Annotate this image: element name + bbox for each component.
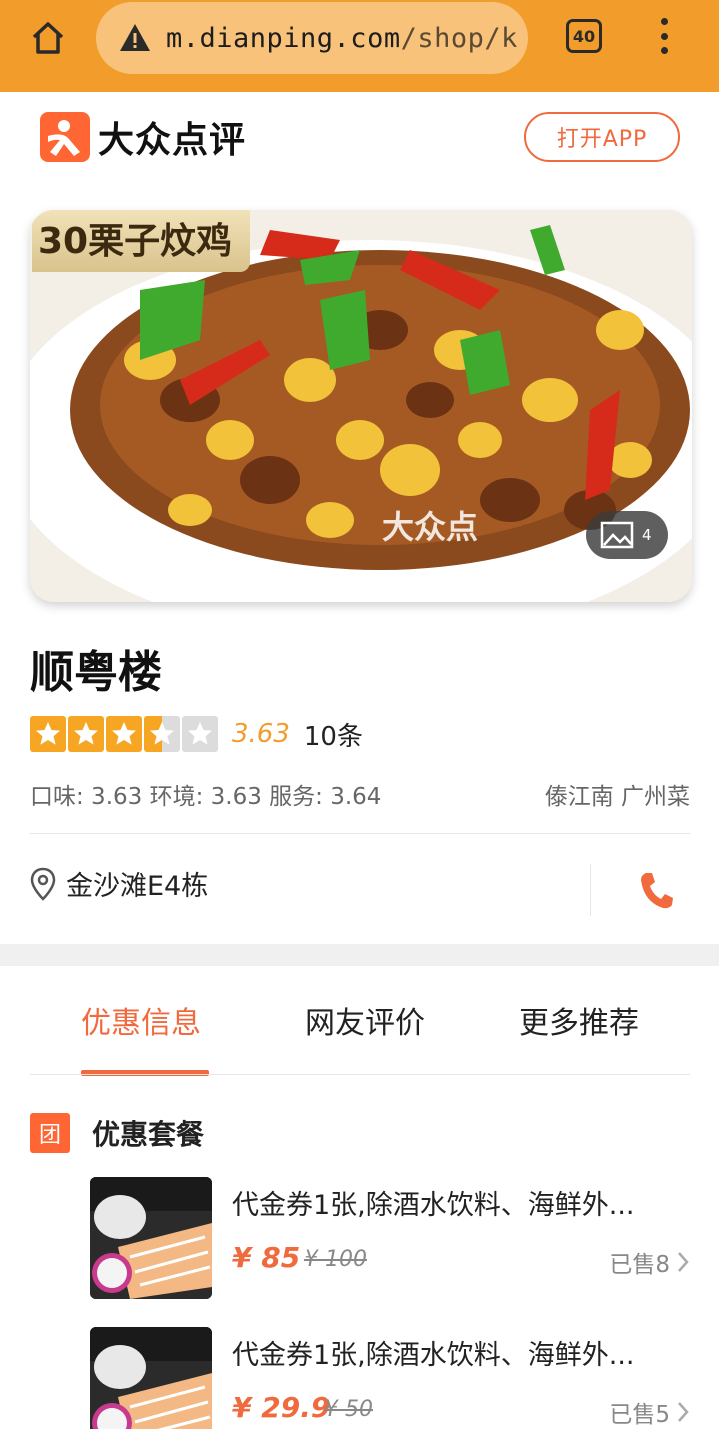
- tab-recommendations[interactable]: 更多推荐: [519, 998, 639, 1042]
- image-icon: [600, 521, 634, 549]
- logo-mark-icon: [40, 112, 90, 162]
- star-icon: [30, 716, 66, 752]
- deal-thumbnail: [90, 1327, 212, 1429]
- rating-score: 3.63: [232, 719, 290, 749]
- deal-title: 代金券1张,除酒水饮料、海鲜外...: [232, 1190, 635, 1221]
- address-row[interactable]: 金沙滩E4栋: [30, 864, 208, 903]
- deals-header: 团 优惠套餐: [30, 1113, 204, 1153]
- location-category: 傣江南 广州菜: [544, 784, 690, 810]
- chevron-right-icon: [678, 1252, 689, 1272]
- star-icon: [68, 716, 104, 752]
- chevron-right-icon: [678, 1402, 689, 1422]
- divider: [30, 1074, 690, 1075]
- deal-sold: 已售5: [609, 1395, 690, 1429]
- logo-text: 大众点评: [98, 120, 247, 161]
- divider: [590, 864, 591, 916]
- location-pin-icon: [30, 867, 56, 901]
- dianping-logo[interactable]: 大众点评: [40, 111, 246, 163]
- shop-name: 顺粤楼: [30, 647, 162, 698]
- section-gap: [0, 944, 719, 966]
- tab-switcher-button[interactable]: 40: [566, 19, 602, 53]
- browser-toolbar: m.dianping.com/shop/k 40: [0, 0, 719, 92]
- deal-item[interactable]: 代金券1张,除酒水饮料、海鲜外... ¥ 85 ¥ 100 已售8: [90, 1177, 690, 1299]
- deal-price: ¥ 29.9: [232, 1391, 331, 1424]
- home-icon[interactable]: [26, 16, 70, 60]
- shop-address: 金沙滩E4栋: [66, 871, 209, 902]
- watermark: 大众点: [382, 508, 479, 546]
- dish-label: 30栗子炆鸡: [32, 210, 251, 272]
- deal-item[interactable]: 代金券1张,除酒水饮料、海鲜外... ¥ 29.9 ¥ 50 已售5: [90, 1327, 690, 1429]
- photo-count-badge[interactable]: 4: [586, 511, 668, 559]
- photo-count: 4: [642, 526, 652, 544]
- star-icon: [182, 716, 218, 752]
- deal-original-price: ¥ 100: [304, 1247, 367, 1272]
- review-count[interactable]: 10条: [304, 716, 363, 753]
- star-icon: [144, 716, 180, 752]
- deal-original-price: ¥ 50: [324, 1397, 373, 1422]
- open-app-button[interactable]: 打开APP: [524, 112, 680, 162]
- deal-sold: 已售8: [609, 1245, 690, 1279]
- sub-scores: 口味: 3.63 环境: 3.63 服务: 3.64: [30, 784, 382, 810]
- group-buy-icon: 团: [30, 1113, 70, 1153]
- deal-title: 代金券1张,除酒水饮料、海鲜外...: [232, 1340, 635, 1371]
- deal-sold-count: 已售5: [609, 1402, 670, 1428]
- address-bar[interactable]: m.dianping.com/shop/k: [96, 2, 528, 74]
- tab-reviews[interactable]: 网友评价: [305, 998, 425, 1042]
- active-tab-indicator: [81, 1070, 209, 1076]
- warning-triangle-icon: [120, 24, 150, 51]
- deal-thumbnail: [90, 1177, 212, 1299]
- deal-price: ¥ 85: [232, 1241, 301, 1274]
- deal-sold-count: 已售8: [609, 1252, 670, 1278]
- divider: [30, 833, 690, 834]
- deals-title: 优惠套餐: [92, 1118, 205, 1151]
- more-vertical-icon[interactable]: [652, 16, 676, 56]
- rating-row: 3.63 10条: [30, 714, 363, 754]
- phone-icon[interactable]: [638, 870, 674, 910]
- tab-deals[interactable]: 优惠信息: [81, 998, 201, 1042]
- star-icon: [106, 716, 142, 752]
- url-text: m.dianping.com/shop/k: [166, 22, 518, 54]
- star-rating: [30, 716, 220, 752]
- tab-count: 40: [572, 26, 596, 46]
